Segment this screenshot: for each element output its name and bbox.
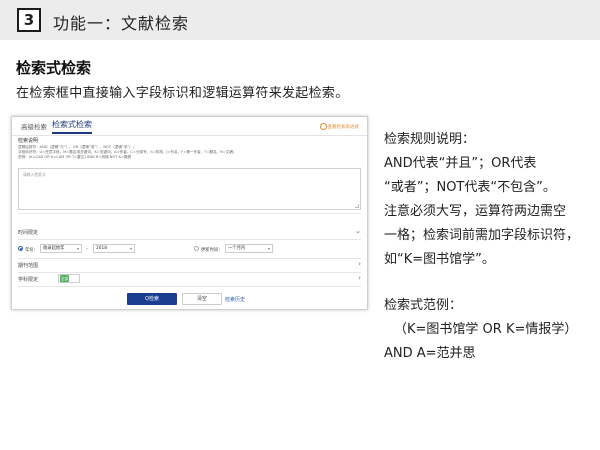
resize-handle-icon[interactable] [355, 204, 359, 208]
divider [18, 213, 361, 214]
rules-line: 注意必须大写，运算符两边需空 [384, 204, 567, 219]
subject-tag[interactable]: 全部 [60, 275, 69, 282]
search-panel-screenshot: 高级检索 检索式检索 查看检索表达式 检索说明 逻辑运算符：AND（逻辑“与”）… [11, 116, 368, 310]
rules-line: “或者”；NOT代表“不包含”。 [384, 180, 556, 195]
rules-title: 检索规则说明： [384, 132, 476, 147]
subject-section-label: 学科限定 [18, 277, 39, 283]
chevron-down-icon: ⌄ [355, 227, 361, 235]
example-line: （K=图书馆学 OR K=情报学） [394, 322, 578, 337]
journal-section-header[interactable]: 期刊范围 › [18, 259, 361, 271]
chevron-right-icon: › [358, 274, 361, 282]
divider [18, 286, 361, 287]
time-filter-row: 年份： 收录起始年 ▾ - 2018 ▾ 更新时间： 一个月内 ▾ [18, 243, 361, 256]
caret-down-icon: ▾ [267, 246, 270, 251]
divider [18, 239, 361, 240]
time-section-label: 时间限定 [18, 230, 39, 236]
year-to-select[interactable]: 2018 ▾ [93, 244, 135, 253]
help-icon [319, 123, 327, 130]
journal-section-label: 期刊范围 [18, 263, 39, 269]
year-from-value: 收录起始年 [43, 246, 65, 251]
rules-line: 如“K=图书馆学”。 [384, 252, 495, 267]
update-time-label: 更新时间： [201, 247, 223, 253]
chevron-right-icon: › [358, 260, 361, 268]
update-time-radio[interactable] [194, 246, 199, 251]
rules-line: AND代表“并且”；OR代表 [384, 156, 537, 171]
rules-explanation: 检索规则说明： AND代表“并且”；OR代表 “或者”；NOT代表“不包含”。 … [384, 128, 596, 366]
section-description: 在检索框中直接输入字段标识和逻辑运算符来发起检索。 [16, 86, 349, 101]
year-label: 年份： [25, 247, 38, 253]
search-button[interactable]: Q检索 [127, 293, 177, 305]
tab-advanced-search[interactable]: 高级检索 [21, 121, 47, 131]
instructions-title: 检索说明 [18, 138, 39, 144]
slide-header: 3 功能一：文献检索 [0, 0, 600, 40]
tab-expression-search[interactable]: 检索式检索 [52, 119, 92, 134]
year-dash: - [86, 246, 88, 252]
update-time-value: 一个月内 [228, 246, 246, 251]
slide-title: 功能一：文献检索 [53, 14, 190, 33]
rules-line: 一格；检索词前需加字段标识符， [384, 228, 580, 243]
help-link-label: 查看检索表达式 [327, 125, 360, 130]
search-expression-input[interactable]: 请输入检索式 [18, 168, 361, 210]
example-line: AND A=范并思 [384, 346, 476, 361]
subject-section-header[interactable]: 学科限定 全部 › [18, 273, 361, 285]
section-title: 检索式检索 [16, 59, 92, 77]
caret-down-icon: ▾ [129, 246, 132, 251]
time-section-header[interactable]: 时间限定 ⌄ [18, 226, 361, 238]
caret-down-icon: ▾ [76, 246, 79, 251]
year-to-value: 2018 [96, 246, 107, 251]
help-link[interactable]: 查看检索表达式 [319, 123, 360, 130]
update-time-select[interactable]: 一个月内 ▾ [225, 244, 273, 253]
search-history-link[interactable]: 检索历史 [225, 296, 245, 303]
search-expression-placeholder: 请输入检索式 [23, 172, 46, 177]
year-from-select[interactable]: 收录起始年 ▾ [40, 244, 82, 253]
instructions-line: 范例：(K=CAD OR K=CAM OR T=雷达) AND R=机械 NOT… [18, 155, 132, 160]
reset-button[interactable]: 清空 [182, 293, 222, 305]
search-instructions: 检索说明 逻辑运算符：AND（逻辑“与”）、OR（逻辑“或”）、NOT（逻辑“非… [18, 138, 361, 161]
section-number: 3 [17, 8, 41, 32]
example-title: 检索式范例： [384, 298, 463, 313]
search-tabs: 高级检索 检索式检索 查看检索表达式 [12, 117, 367, 136]
year-radio[interactable] [18, 246, 23, 251]
